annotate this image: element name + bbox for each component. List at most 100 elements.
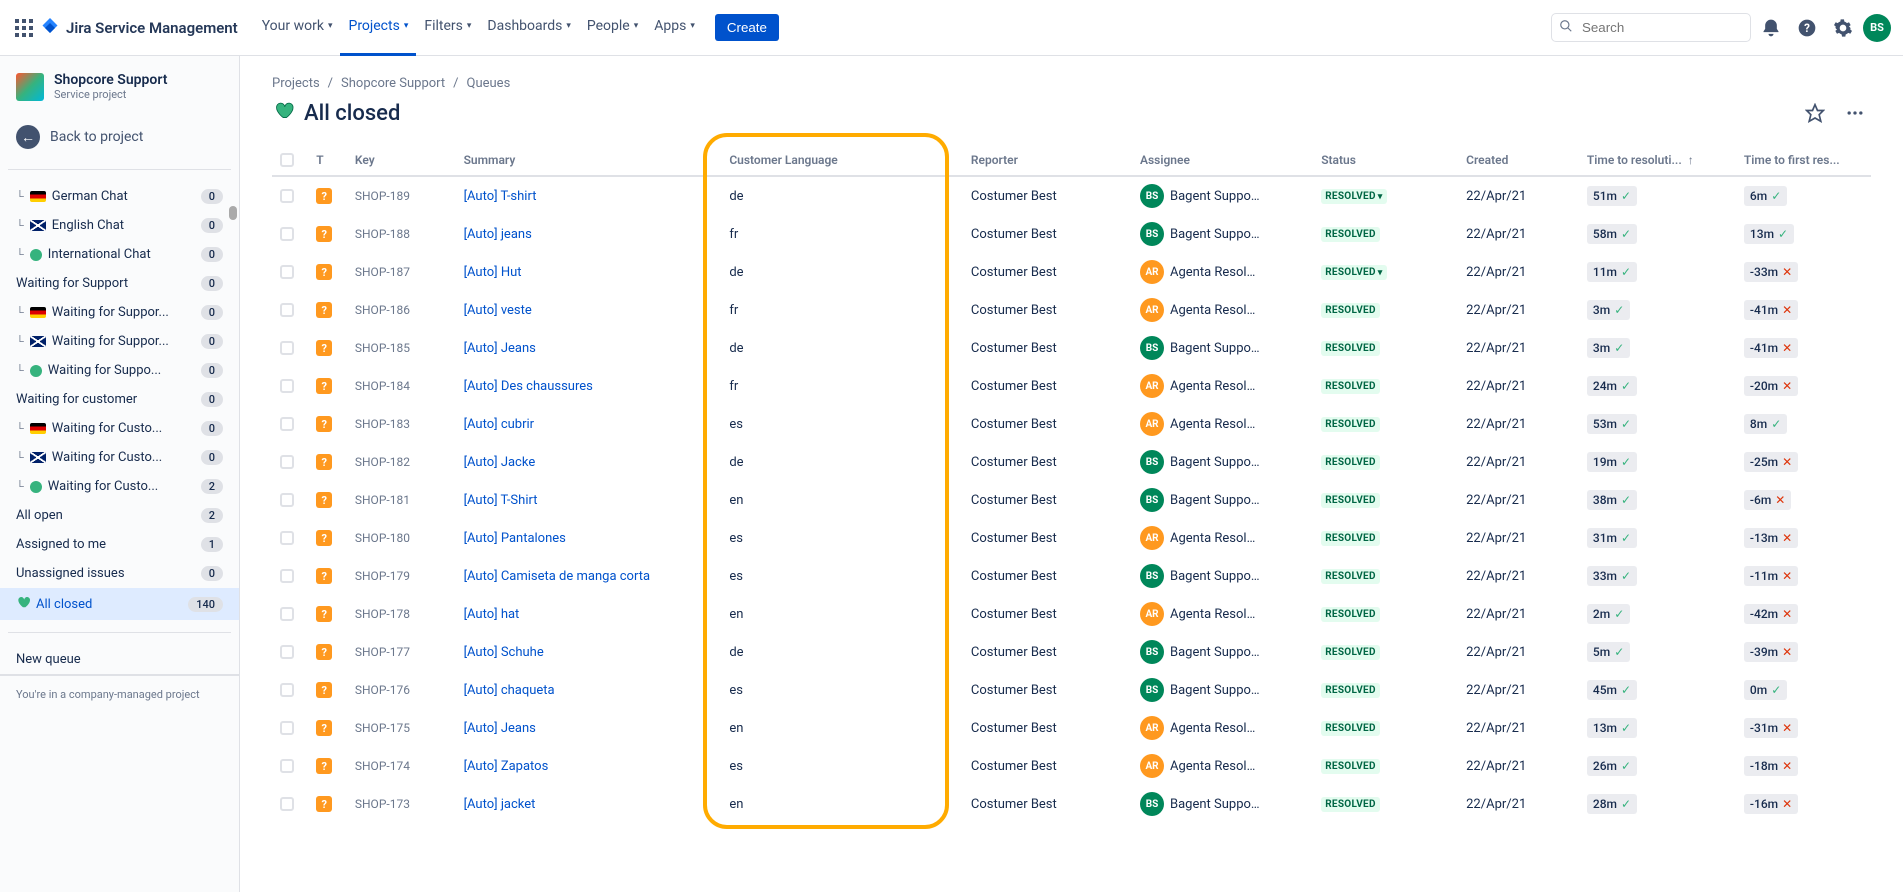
row-checkbox[interactable] bbox=[280, 531, 294, 545]
issue-key[interactable]: SHOP-180 bbox=[355, 531, 410, 545]
issue-summary[interactable]: [Auto] Jeans bbox=[464, 721, 536, 736]
row-checkbox[interactable] bbox=[280, 645, 294, 659]
search-input[interactable] bbox=[1551, 13, 1751, 42]
issue-summary[interactable]: [Auto] Schuhe bbox=[464, 645, 544, 660]
table-row[interactable]: ?SHOP-188[Auto] jeansfrCostumer BestBSBa… bbox=[272, 215, 1871, 253]
app-switcher-icon[interactable] bbox=[12, 16, 36, 40]
settings-icon[interactable] bbox=[1827, 12, 1859, 44]
issue-summary[interactable]: [Auto] cubrir bbox=[464, 417, 534, 432]
queue-item[interactable]: └Waiting for Custo...0 bbox=[0, 414, 239, 443]
row-checkbox[interactable] bbox=[280, 265, 294, 279]
issue-key[interactable]: SHOP-185 bbox=[355, 341, 410, 355]
row-checkbox[interactable] bbox=[280, 417, 294, 431]
row-checkbox[interactable] bbox=[280, 455, 294, 469]
issue-summary[interactable]: [Auto] Des chaussures bbox=[464, 379, 593, 394]
issue-summary[interactable]: [Auto] veste bbox=[464, 303, 532, 318]
status-badge[interactable]: RESOLVED bbox=[1321, 607, 1380, 622]
nav-apps[interactable]: Apps▾ bbox=[646, 0, 703, 56]
table-row[interactable]: ?SHOP-178[Auto] hatenCostumer BestARAgen… bbox=[272, 595, 1871, 633]
col-time-to-resolution[interactable]: Time to resoluti... ↑ bbox=[1579, 145, 1736, 176]
status-badge[interactable]: RESOLVED bbox=[1321, 721, 1380, 736]
status-badge[interactable]: RESOLVED bbox=[1321, 341, 1380, 356]
status-badge[interactable]: RESOLVED bbox=[1321, 379, 1380, 394]
select-all-checkbox[interactable] bbox=[280, 153, 294, 167]
table-row[interactable]: ?SHOP-180[Auto] PantalonesesCostumer Bes… bbox=[272, 519, 1871, 557]
issue-key[interactable]: SHOP-181 bbox=[355, 493, 410, 507]
table-row[interactable]: ?SHOP-177[Auto] SchuhedeCostumer BestBSB… bbox=[272, 633, 1871, 671]
row-checkbox[interactable] bbox=[280, 721, 294, 735]
nav-your-work[interactable]: Your work▾ bbox=[254, 0, 341, 56]
queue-item[interactable]: └International Chat0 bbox=[0, 240, 239, 269]
col-customer-language[interactable]: Customer Language bbox=[721, 145, 963, 176]
issue-key[interactable]: SHOP-186 bbox=[355, 303, 410, 317]
col-assignee[interactable]: Assignee bbox=[1132, 145, 1313, 176]
queue-item[interactable]: All open2 bbox=[0, 501, 239, 530]
issue-key[interactable]: SHOP-179 bbox=[355, 569, 410, 583]
queue-item[interactable]: └Waiting for Suppo...0 bbox=[0, 356, 239, 385]
queue-item[interactable]: └English Chat0 bbox=[0, 211, 239, 240]
issue-key[interactable]: SHOP-187 bbox=[355, 265, 410, 279]
col-type[interactable]: T bbox=[308, 145, 347, 176]
issue-key[interactable]: SHOP-178 bbox=[355, 607, 410, 621]
notifications-icon[interactable] bbox=[1755, 12, 1787, 44]
create-button[interactable]: Create bbox=[715, 14, 779, 41]
queue-item[interactable]: Assigned to me1 bbox=[0, 530, 239, 559]
table-row[interactable]: ?SHOP-176[Auto] chaquetaesCostumer BestB… bbox=[272, 671, 1871, 709]
status-badge[interactable]: RESOLVED bbox=[1321, 455, 1380, 470]
table-row[interactable]: ?SHOP-185[Auto] JeansdeCostumer BestBSBa… bbox=[272, 329, 1871, 367]
issue-summary[interactable]: [Auto] hat bbox=[464, 607, 520, 622]
row-checkbox[interactable] bbox=[280, 493, 294, 507]
new-queue[interactable]: New queue bbox=[0, 645, 239, 674]
breadcrumb-item[interactable]: Projects bbox=[272, 76, 320, 91]
row-checkbox[interactable] bbox=[280, 227, 294, 241]
issue-summary[interactable]: [Auto] T-Shirt bbox=[464, 493, 538, 508]
status-badge[interactable]: RESOLVED bbox=[1321, 417, 1380, 432]
col-summary[interactable]: Summary bbox=[456, 145, 722, 176]
nav-filters[interactable]: Filters▾ bbox=[416, 0, 479, 56]
status-badge[interactable]: RESOLVED bbox=[1321, 569, 1380, 584]
queue-item[interactable]: Unassigned issues0 bbox=[0, 559, 239, 588]
help-icon[interactable]: ? bbox=[1791, 12, 1823, 44]
queue-item[interactable]: └Waiting for Suppor...0 bbox=[0, 327, 239, 356]
status-badge[interactable]: RESOLVED bbox=[1321, 683, 1380, 698]
issue-summary[interactable]: [Auto] Jeans bbox=[464, 341, 536, 356]
issue-key[interactable]: SHOP-183 bbox=[355, 417, 410, 431]
table-row[interactable]: ?SHOP-182[Auto] JackedeCostumer BestBSBa… bbox=[272, 443, 1871, 481]
issue-key[interactable]: SHOP-189 bbox=[355, 189, 410, 203]
table-row[interactable]: ?SHOP-184[Auto] Des chaussuresfrCostumer… bbox=[272, 367, 1871, 405]
col-time-to-first-response[interactable]: Time to first res... bbox=[1736, 145, 1871, 176]
star-icon[interactable] bbox=[1799, 97, 1831, 129]
issue-key[interactable]: SHOP-176 bbox=[355, 683, 410, 697]
table-row[interactable]: ?SHOP-189[Auto] T-shirtdeCostumer BestBS… bbox=[272, 176, 1871, 215]
table-row[interactable]: ?SHOP-173[Auto] jacketenCostumer BestBSB… bbox=[272, 785, 1871, 823]
more-icon[interactable] bbox=[1839, 97, 1871, 129]
breadcrumb-item[interactable]: Queues bbox=[467, 76, 511, 91]
queue-item[interactable]: └Waiting for Custo...0 bbox=[0, 443, 239, 472]
table-row[interactable]: ?SHOP-183[Auto] cubriresCostumer BestARA… bbox=[272, 405, 1871, 443]
issue-summary[interactable]: [Auto] Jacke bbox=[464, 455, 536, 470]
status-badge[interactable]: RESOLVED ▾ bbox=[1321, 265, 1386, 280]
status-badge[interactable]: RESOLVED bbox=[1321, 645, 1380, 660]
issue-summary[interactable]: [Auto] T-shirt bbox=[464, 189, 537, 204]
table-row[interactable]: ?SHOP-175[Auto] JeansenCostumer BestARAg… bbox=[272, 709, 1871, 747]
table-row[interactable]: ?SHOP-174[Auto] ZapatosesCostumer BestAR… bbox=[272, 747, 1871, 785]
issue-key[interactable]: SHOP-177 bbox=[355, 645, 410, 659]
row-checkbox[interactable] bbox=[280, 607, 294, 621]
status-badge[interactable]: RESOLVED bbox=[1321, 227, 1380, 242]
issue-summary[interactable]: [Auto] Hut bbox=[464, 265, 522, 280]
row-checkbox[interactable] bbox=[280, 341, 294, 355]
status-badge[interactable]: RESOLVED bbox=[1321, 797, 1380, 812]
row-checkbox[interactable] bbox=[280, 683, 294, 697]
col-status[interactable]: Status bbox=[1313, 145, 1458, 176]
scrollbar-thumb[interactable] bbox=[229, 206, 237, 220]
row-checkbox[interactable] bbox=[280, 759, 294, 773]
issue-key[interactable]: SHOP-174 bbox=[355, 759, 410, 773]
breadcrumb-item[interactable]: Shopcore Support bbox=[341, 76, 445, 91]
issue-key[interactable]: SHOP-173 bbox=[355, 797, 410, 811]
row-checkbox[interactable] bbox=[280, 303, 294, 317]
issue-summary[interactable]: [Auto] jacket bbox=[464, 797, 536, 812]
nav-dashboards[interactable]: Dashboards▾ bbox=[479, 0, 578, 56]
nav-projects[interactable]: Projects▾ bbox=[340, 0, 416, 56]
issue-summary[interactable]: [Auto] Pantalones bbox=[464, 531, 566, 546]
col-key[interactable]: Key bbox=[347, 145, 456, 176]
